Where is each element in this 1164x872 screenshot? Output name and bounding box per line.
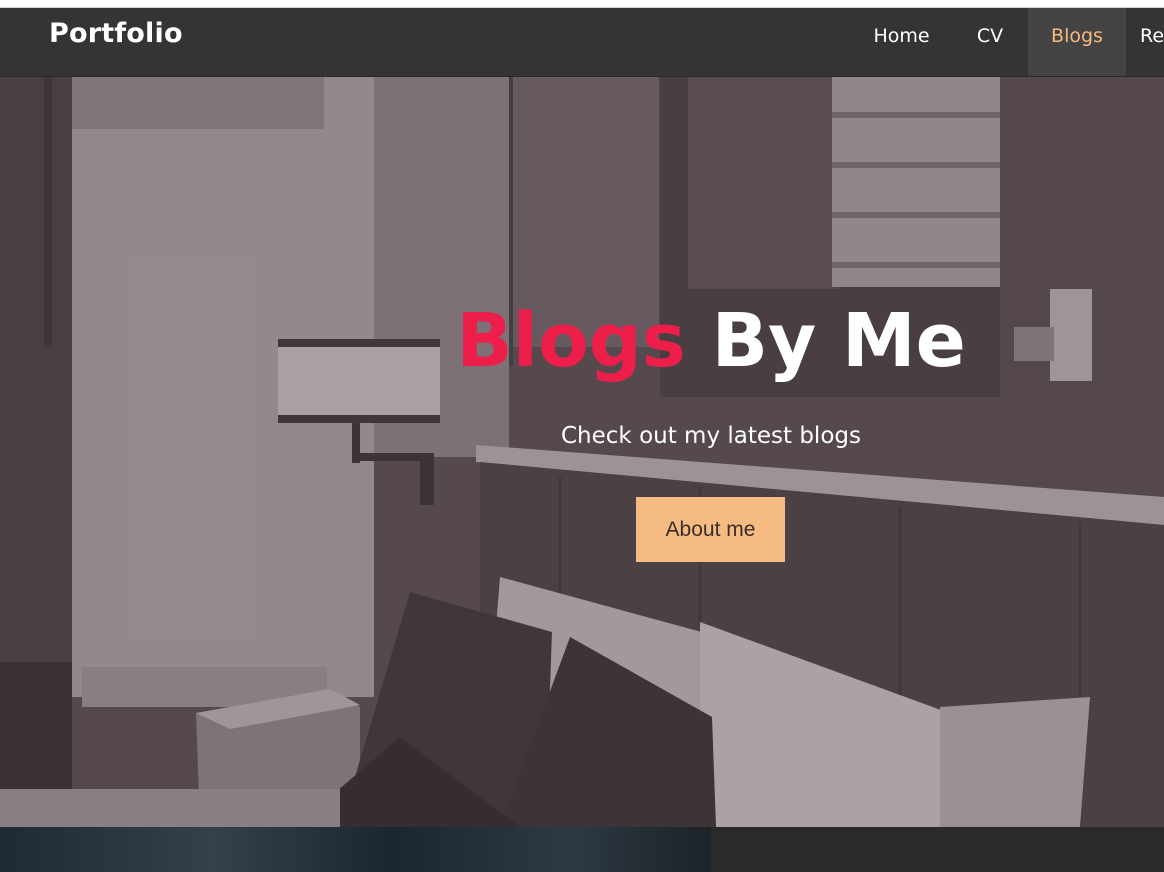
hero-section: Blogs By Me Check out my latest blogs Ab… [0, 77, 1164, 827]
hero-title-accent: Blogs [456, 298, 686, 384]
hero-overlay [0, 77, 1164, 827]
window-top-edge [0, 0, 1164, 8]
hero-subtitle: Check out my latest blogs [561, 423, 861, 449]
hero-title-rest: By Me [711, 298, 966, 384]
brand-logo[interactable]: Portfolio [49, 18, 183, 49]
navbar: Portfolio Home CV Blogs Re [0, 8, 1164, 77]
next-section-image [0, 827, 711, 872]
nav-item-home[interactable]: Home [855, 8, 948, 76]
nav-item-cv[interactable]: CV [954, 8, 1026, 76]
nav-item-blogs[interactable]: Blogs [1028, 8, 1126, 76]
next-section-panel [711, 827, 1164, 872]
hero-title: Blogs By Me [0, 298, 1164, 384]
about-me-button[interactable]: About me [636, 497, 785, 562]
nav-item-partial[interactable]: Re [1140, 8, 1164, 76]
